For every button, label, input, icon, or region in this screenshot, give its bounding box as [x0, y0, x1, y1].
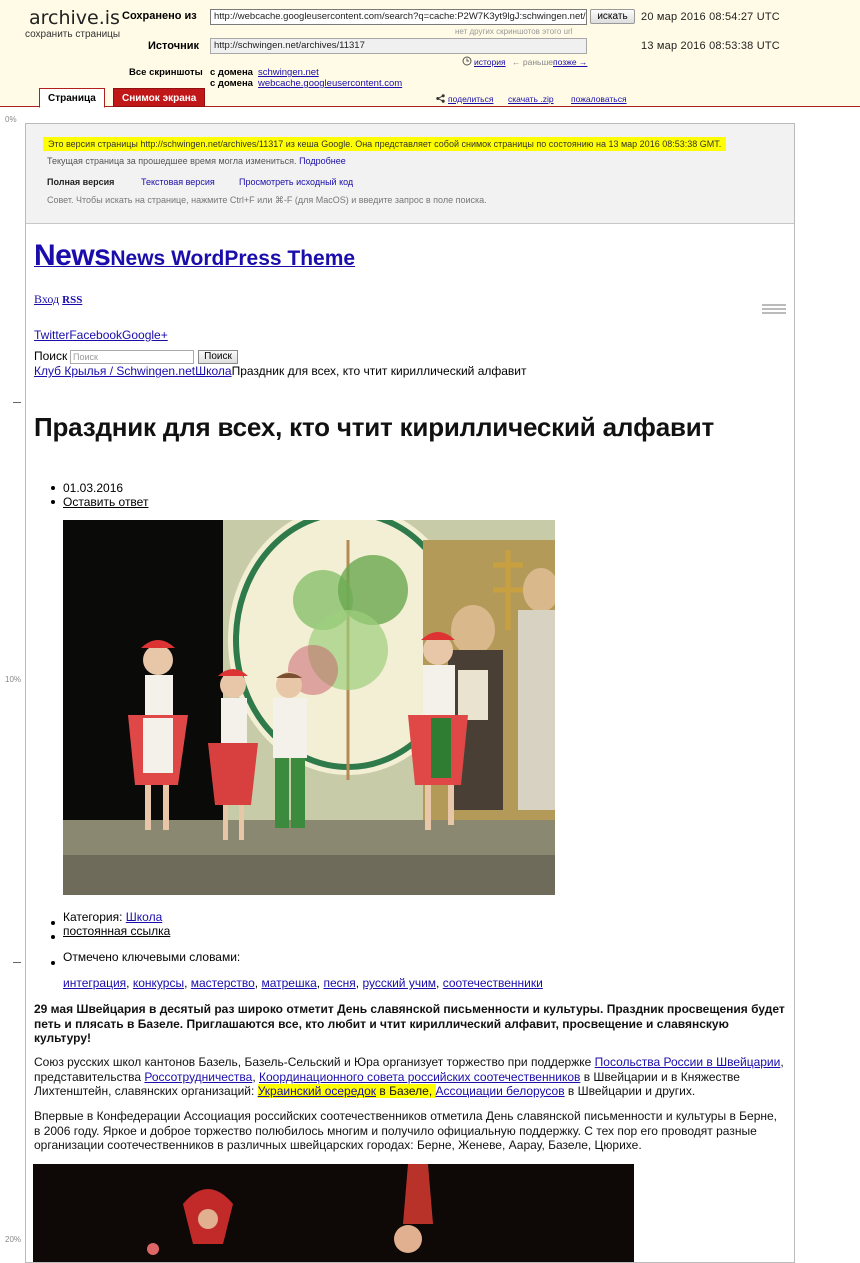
post-date: 01.03.2016	[63, 481, 124, 495]
reply-link[interactable]: Оставить ответ	[63, 495, 148, 509]
search-submit-button[interactable]: Поиск	[198, 350, 238, 364]
search-input[interactable]: Поиск	[70, 350, 194, 364]
ruler-tick	[13, 402, 21, 403]
source-timestamp: 13 мар 2016 08:53:38 UTC	[641, 40, 780, 52]
coordination-council-link[interactable]: Координационного совета российских сооте…	[259, 1070, 580, 1084]
bullet	[51, 921, 55, 925]
article-photo-2[interactable]	[33, 1164, 634, 1262]
search-label: Поиск	[34, 349, 68, 363]
p2-text: в Швейцарии и других.	[564, 1084, 696, 1098]
rss-link[interactable]: RSS	[62, 294, 82, 306]
archive-header: archive.is сохранить страницы Сохранено …	[0, 0, 860, 108]
p2-text: Союз русских школ кантонов Базель, Базел…	[34, 1055, 595, 1069]
article-lead: 29 мая Швейцария в десятый раз широко от…	[34, 1002, 786, 1046]
tag-link[interactable]: матрешка	[261, 976, 316, 990]
archive-logo[interactable]: archive.is	[29, 7, 120, 29]
saved-timestamp: 20 мар 2016 08:54:27 UTC	[641, 11, 780, 23]
breadcrumb: Клуб Крылья / Schwingen.netШколаПраздник…	[34, 364, 527, 378]
history-link[interactable]: история	[474, 57, 506, 67]
tags-list: интеграция, конкурсы, мастерство, матреш…	[63, 976, 543, 990]
ruler-label-20: 20%	[5, 1235, 22, 1244]
tag-link[interactable]: песня	[323, 976, 355, 990]
ruler-tick	[13, 962, 21, 963]
no-other-snapshots-note: нет других скриншотов этого url	[455, 27, 573, 36]
bullet	[51, 935, 55, 939]
article-title: Праздник для всех, кто чтит кириллически…	[34, 412, 715, 442]
share-icon	[436, 94, 445, 103]
article-paragraph-2: Союз русских школ кантонов Базель, Базел…	[34, 1055, 786, 1099]
ukrainian-center-link[interactable]: Украинский осередок	[258, 1084, 376, 1098]
tag-link[interactable]: русский учим	[362, 976, 436, 990]
tag-link[interactable]: мастерство	[191, 976, 255, 990]
report-link[interactable]: пожаловаться	[571, 94, 627, 104]
login-rss-row: Вход RSS	[34, 292, 82, 307]
cache-notice2-text: Текущая страница за прошедшее время могл…	[47, 156, 297, 166]
ruler-label-0: 0%	[5, 115, 17, 124]
tab-screenshot[interactable]: Снимок экрана	[113, 88, 206, 107]
full-version-label: Полная версия	[47, 177, 115, 187]
embassy-link[interactable]: Посольства России в Швейцарии	[595, 1055, 781, 1069]
permalink[interactable]: постоянная ссылка	[63, 924, 170, 938]
download-zip-link[interactable]: скачать .zip	[508, 94, 554, 104]
source-url-field[interactable]: http://schwingen.net/archives/11317	[210, 38, 587, 54]
domain-link-schwingen[interactable]: schwingen.net	[258, 67, 319, 78]
tags-label: Отмечено ключевыми словами:	[63, 950, 241, 964]
breadcrumb-home[interactable]: Клуб Крылья / Schwingen.net	[34, 364, 195, 378]
belarus-association-link[interactable]: Ассоциации белорусов	[436, 1084, 565, 1098]
site-title-small: News WordPress Theme	[110, 247, 356, 270]
bullet	[51, 486, 55, 490]
site-title-big: News	[34, 239, 111, 272]
saved-from-url-field[interactable]: http://webcache.googleusercontent.com/se…	[210, 9, 587, 25]
tag-link[interactable]: конкурсы	[133, 976, 184, 990]
highlighted-fragment: Украинский осередок в Базеле,	[257, 1084, 436, 1098]
tab-page[interactable]: Страница	[39, 88, 105, 108]
bullet	[51, 500, 55, 504]
view-source-link[interactable]: Просмотреть исходный код	[239, 177, 353, 187]
domain-link-webcache[interactable]: webcache.googleusercontent.com	[258, 78, 402, 89]
bullet	[51, 961, 55, 965]
stage-performance-image-2	[33, 1164, 634, 1262]
saved-from-label: Сохранено из	[122, 10, 197, 22]
history-clock-icon	[462, 56, 472, 66]
archive-tagline: сохранить страницы	[25, 29, 121, 40]
earlier-link[interactable]: ← раньше	[512, 57, 553, 67]
p2-text: в Базеле,	[376, 1084, 436, 1098]
tag-link[interactable]: соотечественники	[443, 976, 543, 990]
site-title-link[interactable]: NewsNews WordPress Theme	[34, 239, 355, 273]
category-label: Категория:	[63, 910, 123, 924]
text-version-link[interactable]: Текстовая версия	[141, 177, 215, 187]
rossotrudnichestvo-link[interactable]: Россотрудничества	[144, 1070, 252, 1084]
article-photo[interactable]	[63, 520, 555, 895]
article-paragraph-3: Впервые в Конфедерации Ассоциация россий…	[34, 1109, 778, 1152]
all-screenshots-label: Все скриншоты	[129, 67, 203, 78]
cache-notice-line2: Текущая страница за прошедшее время могл…	[47, 156, 346, 166]
lead-text: 29 мая Швейцария в десятый раз широко от…	[34, 1002, 785, 1045]
later-link[interactable]: позже →	[553, 57, 587, 67]
source-label: Источник	[148, 40, 200, 52]
breadcrumb-category[interactable]: Школа	[195, 364, 231, 378]
search-button[interactable]: искать	[590, 9, 635, 24]
archived-page-frame: Это версия страницы http://schwingen.net…	[25, 123, 795, 1263]
cache-notice: Это версия страницы http://schwingen.net…	[43, 137, 727, 151]
share-link[interactable]: поделиться	[448, 94, 493, 104]
cache-tip: Совет. Чтобы искать на странице, нажмите…	[47, 195, 487, 205]
stage-performance-image	[63, 520, 555, 895]
social-links[interactable]: TwitterFacebookGoogle+	[34, 328, 168, 342]
category-link[interactable]: Школа	[126, 910, 162, 924]
p2-text: ,	[252, 1069, 260, 1084]
login-link[interactable]: Вход	[34, 292, 59, 306]
from-domain-label-2: с домена	[210, 78, 253, 89]
tag-link[interactable]: интеграция	[63, 976, 126, 990]
ruler-label-10: 10%	[5, 675, 22, 684]
breadcrumb-current: Праздник для всех, кто чтит кириллически…	[231, 364, 527, 378]
from-domain-label-1: с домена	[210, 67, 253, 78]
menu-icon[interactable]	[762, 304, 786, 315]
more-info-link[interactable]: Подробнее	[299, 156, 346, 166]
category-row: Категория: Школа	[63, 910, 162, 924]
google-cache-bar: Это версия страницы http://schwingen.net…	[26, 124, 794, 224]
